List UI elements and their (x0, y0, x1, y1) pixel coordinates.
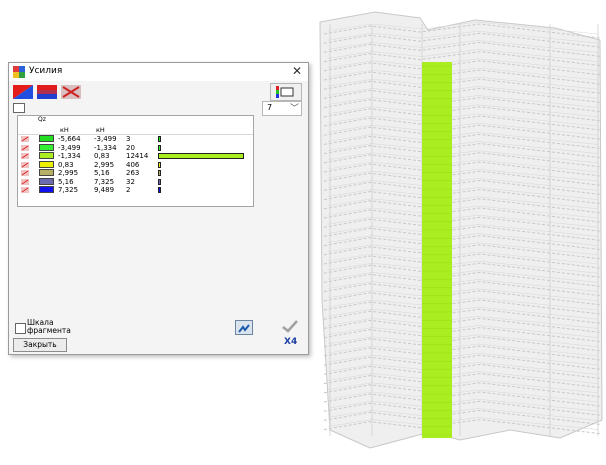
count-bar (158, 153, 244, 159)
help-icon[interactable]: X4 (284, 337, 297, 347)
color-swatch (39, 152, 54, 159)
table-row[interactable]: -3,499 -1,334 20 (18, 143, 253, 153)
apply-icon[interactable] (235, 320, 253, 335)
element-count: 32 (126, 177, 135, 186)
range-to: 0,83 (94, 152, 110, 160)
element-count: 3 (126, 135, 131, 143)
forces-dialog: Усилия ✕ 7 ﹀ Qz кН кН -5,664 -3,499 3 -3… (8, 62, 309, 355)
range-to: 9,489 (94, 186, 115, 194)
range-from: -3,499 (58, 143, 81, 152)
table-units-header: кН кН (18, 125, 253, 135)
row-toggle-icon[interactable] (21, 153, 29, 159)
intervals-combo[interactable]: 7 ﹀ (262, 101, 302, 116)
close-icon[interactable]: ✕ (290, 64, 304, 78)
row-toggle-icon[interactable] (21, 178, 29, 185)
element-count: 12414 (126, 152, 149, 160)
count-bar-cell (158, 144, 246, 152)
table-row[interactable]: 5,16 7,325 32 (18, 177, 253, 187)
range-from: 5,16 (58, 177, 74, 186)
row-toggle-icon[interactable] (21, 144, 29, 151)
color-swatch (39, 177, 54, 185)
element-count: 263 (126, 169, 140, 177)
count-bar (158, 136, 161, 142)
row-toggle-icon[interactable] (21, 161, 29, 168)
range-to: 7,325 (94, 177, 115, 186)
window-title: Усилия (29, 66, 63, 76)
range-from: 7,325 (58, 186, 79, 194)
table-row[interactable]: -1,334 0,83 12414 (18, 152, 253, 161)
color-scheme-icon[interactable] (13, 85, 33, 99)
title-bar: Усилия ✕ (9, 63, 308, 81)
count-bar-cell (158, 161, 246, 169)
range-from: 2,995 (58, 169, 79, 177)
color-swatch (39, 186, 54, 193)
table-row[interactable]: 0,83 2,995 406 (18, 160, 253, 170)
count-bar-cell (158, 186, 246, 194)
count-bar (158, 170, 161, 176)
count-bar-cell (158, 178, 246, 186)
element-count: 20 (126, 143, 135, 152)
colored-bands-icon[interactable] (37, 85, 57, 99)
scale-fragment-checkbox[interactable] (15, 323, 26, 334)
disable-scale-icon[interactable] (61, 85, 81, 99)
intervals-value: 7 (267, 103, 273, 112)
legend-table: Qz кН кН -5,664 -3,499 3 -3,499 -1,334 20 -1,3… (17, 115, 254, 207)
range-from: -5,664 (58, 135, 81, 143)
range-from: 0,83 (58, 160, 74, 169)
legend-settings-button[interactable] (270, 83, 302, 101)
chevron-down-icon: ﹀ (289, 104, 299, 114)
count-bar (158, 161, 161, 168)
legend-settings-icon (276, 86, 294, 98)
select-all-checkbox[interactable] (13, 103, 25, 113)
table-quantity-header: Qz (18, 116, 253, 125)
unit-to-label: кН (96, 126, 105, 134)
table-row[interactable]: 2,995 5,16 263 (18, 169, 253, 178)
row-toggle-icon[interactable] (21, 187, 29, 193)
checkmark-icon[interactable] (281, 319, 299, 333)
color-swatch (39, 143, 54, 151)
count-bar (158, 178, 161, 185)
building-model (319, 11, 603, 449)
range-to: 5,16 (94, 169, 110, 177)
highlighted-core-wall[interactable] (422, 62, 452, 438)
app-icon (13, 66, 25, 78)
row-toggle-icon[interactable] (21, 136, 29, 142)
row-toggle-icon[interactable] (21, 170, 29, 176)
element-count: 2 (126, 186, 131, 194)
count-bar-cell (158, 169, 246, 177)
range-to: 2,995 (94, 160, 115, 169)
count-bar-cell (158, 152, 246, 160)
range-to: -3,499 (94, 135, 117, 143)
count-bar (158, 187, 161, 193)
close-button[interactable]: Закрыть (13, 338, 67, 352)
unit-from-label: кН (60, 126, 69, 134)
quantity-label: Qz (38, 116, 46, 123)
range-to: -1,334 (94, 143, 117, 152)
table-row[interactable]: 7,325 9,489 2 (18, 186, 253, 195)
color-swatch (39, 135, 54, 142)
table-row[interactable]: -5,664 -3,499 3 (18, 135, 253, 144)
count-bar (158, 144, 161, 151)
color-swatch (39, 160, 54, 168)
scale-fragment-label: Шкала фрагмента (27, 318, 71, 335)
color-swatch (39, 169, 54, 176)
count-bar-cell (158, 135, 246, 143)
range-from: -1,334 (58, 152, 81, 160)
model-viewport[interactable] (310, 0, 606, 465)
element-count: 406 (126, 160, 140, 169)
